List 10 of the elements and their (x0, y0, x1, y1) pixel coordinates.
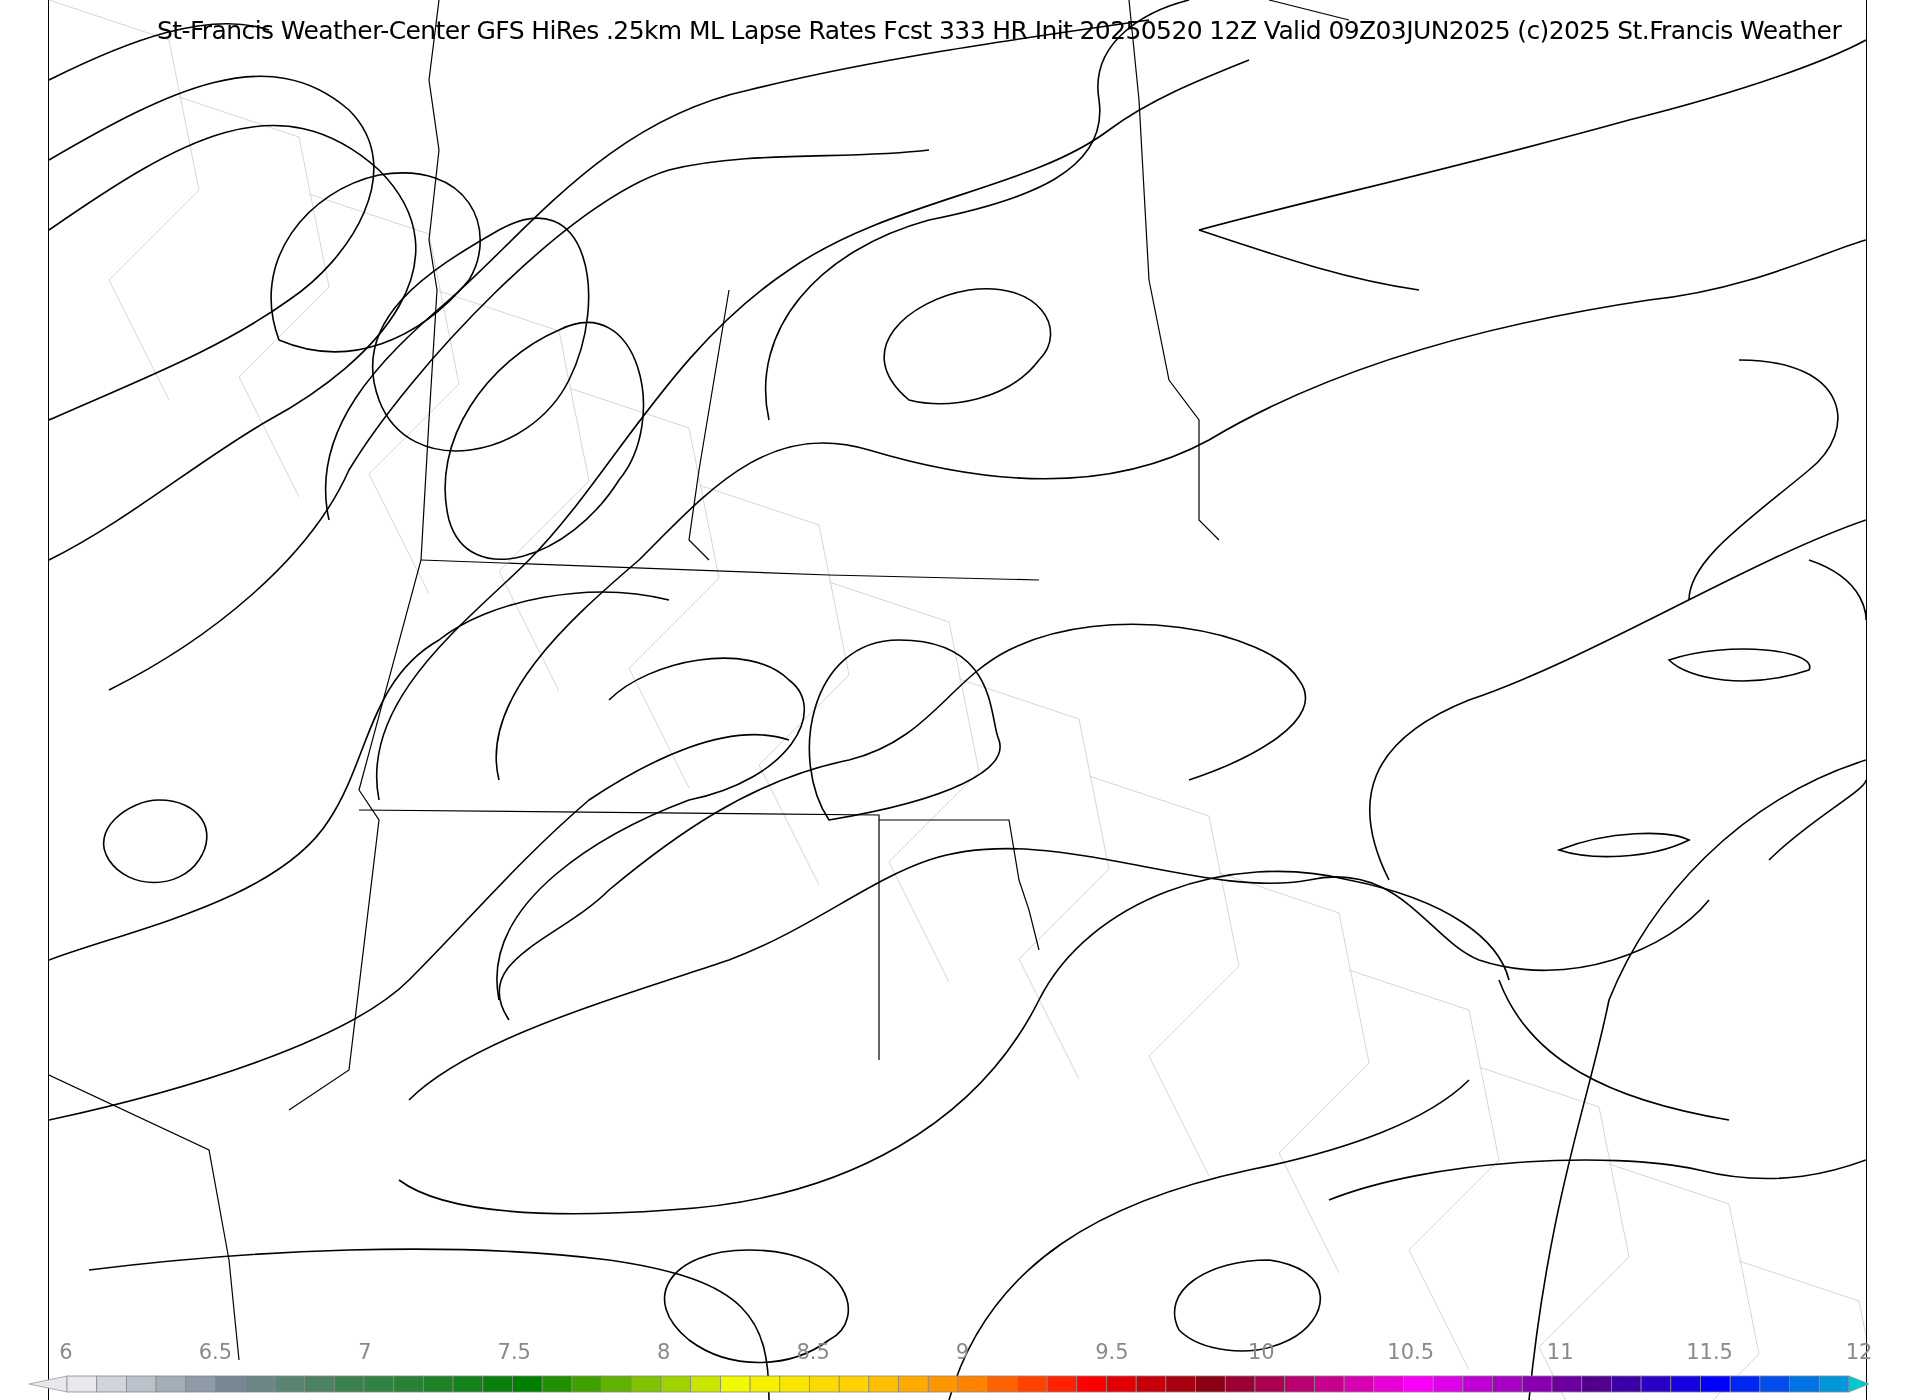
colorbar-tick-label: 9.5 (1095, 1340, 1129, 1364)
colorbar-tick-label: 7.5 (497, 1340, 531, 1364)
colorbar-tick-label: 6 (59, 1340, 73, 1364)
colorbar-tick-label: 9 (955, 1340, 970, 1364)
colorbar-tick-label: 8 (656, 1340, 671, 1364)
colorbar-tick-label: 6.5 (198, 1340, 233, 1364)
colorbar-tick-label: 11.5 (1686, 1340, 1733, 1364)
colorbar-tick-label: 7 (358, 1340, 372, 1364)
colorbar-tick-label: 10.5 (1387, 1340, 1435, 1364)
colorbar-tick-label: 11 (1546, 1340, 1574, 1364)
